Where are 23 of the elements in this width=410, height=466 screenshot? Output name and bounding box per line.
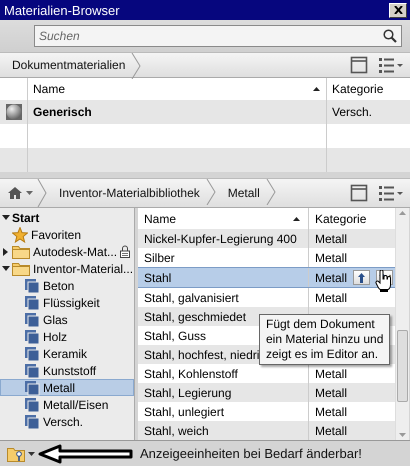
table-cell: Generisch	[27, 100, 326, 124]
table-cell: Metall	[315, 386, 348, 400]
table-cell: Stahl, unlegiert	[144, 404, 224, 418]
table-cell: Silber	[144, 250, 175, 264]
table-cell: Metall	[315, 270, 348, 284]
table-cell: Metall	[315, 366, 348, 380]
table-cell: Stahl, Legierung	[144, 386, 232, 400]
table-cell: Metall	[315, 250, 348, 264]
table-cell: Versch.	[326, 100, 410, 124]
tooltip: Fügt dem Dokument ein Material hinzu und zeigt es im Editor an.	[259, 314, 390, 365]
window-title: Materialien-Browser	[4, 2, 121, 18]
table-cell: Stahl, hochfest, niedri	[144, 348, 260, 362]
table-cell: Stahl, galvanisiert	[144, 290, 239, 304]
table-cell: Metall	[315, 424, 348, 438]
table-cell: Stahl, weich	[144, 424, 209, 438]
table-cell: Stahl, Kohlenstoff	[144, 366, 238, 380]
table-cell: Metall	[315, 290, 348, 304]
table-cell: Nickel-Kupfer-Legierung 400	[144, 232, 297, 246]
table-cell: Stahl	[144, 270, 172, 284]
table-cell: Metall	[315, 232, 348, 246]
table-cell: Metall	[315, 404, 348, 418]
table-cell: Stahl, geschmiedet	[144, 310, 246, 324]
status-text: Anzeigeeinheiten bei Bedarf änderbar!	[140, 446, 362, 461]
